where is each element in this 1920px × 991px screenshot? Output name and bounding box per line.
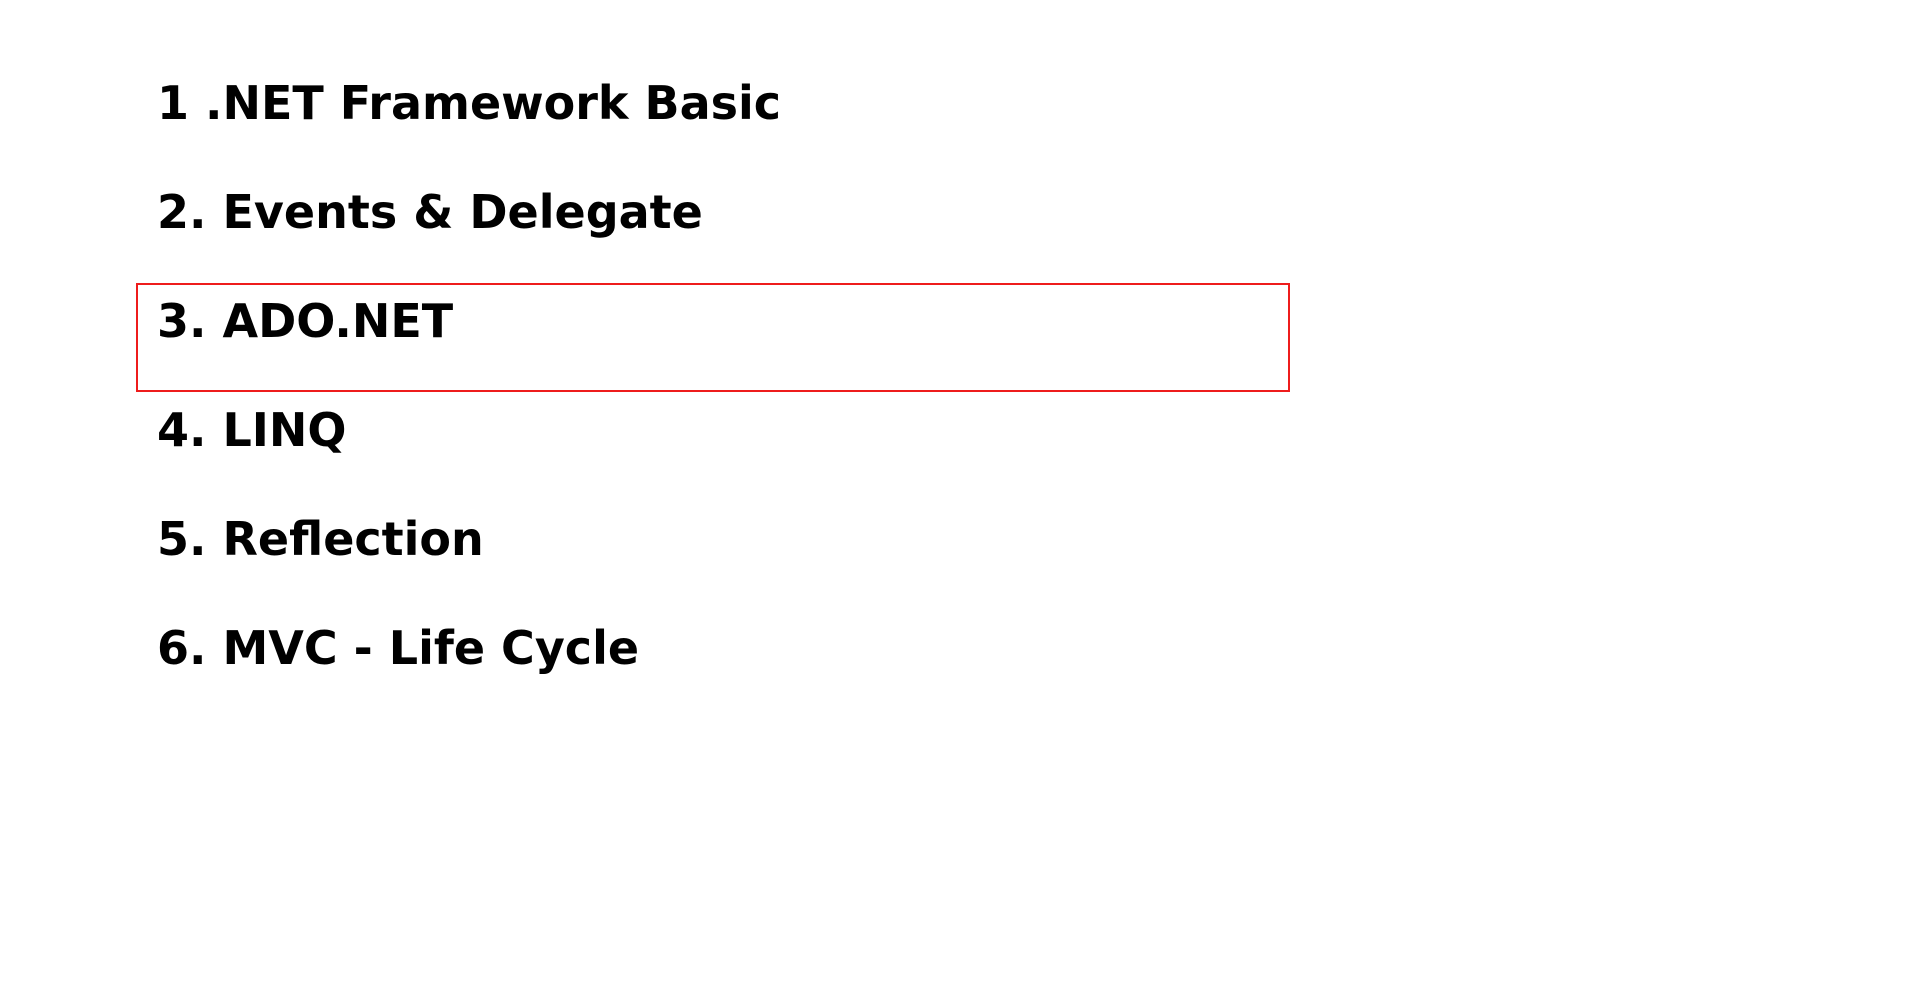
topic-label: 4. LINQ (157, 403, 347, 457)
page: 1 .NET Framework Basic 2. Events & Deleg… (0, 0, 1920, 991)
topic-label: 3. ADO.NET (157, 294, 454, 348)
topic-list: 1 .NET Framework Basic 2. Events & Deleg… (136, 65, 1290, 719)
topic-label: 1 .NET Framework Basic (157, 76, 782, 130)
topic-item-net-framework-basic[interactable]: 1 .NET Framework Basic (136, 65, 1290, 174)
topic-item-linq[interactable]: 4. LINQ (136, 392, 1290, 501)
topic-label: 6. MVC - Life Cycle (157, 621, 640, 675)
topic-item-events-delegate[interactable]: 2. Events & Delegate (136, 174, 1290, 283)
topic-item-mvc-life-cycle[interactable]: 6. MVC - Life Cycle (136, 610, 1290, 719)
topic-label: 5. Reflection (157, 512, 484, 566)
topic-item-ado-net[interactable]: 3. ADO.NET (136, 283, 1290, 392)
topic-label: 2. Events & Delegate (157, 185, 703, 239)
topic-item-reflection[interactable]: 5. Reflection (136, 501, 1290, 610)
